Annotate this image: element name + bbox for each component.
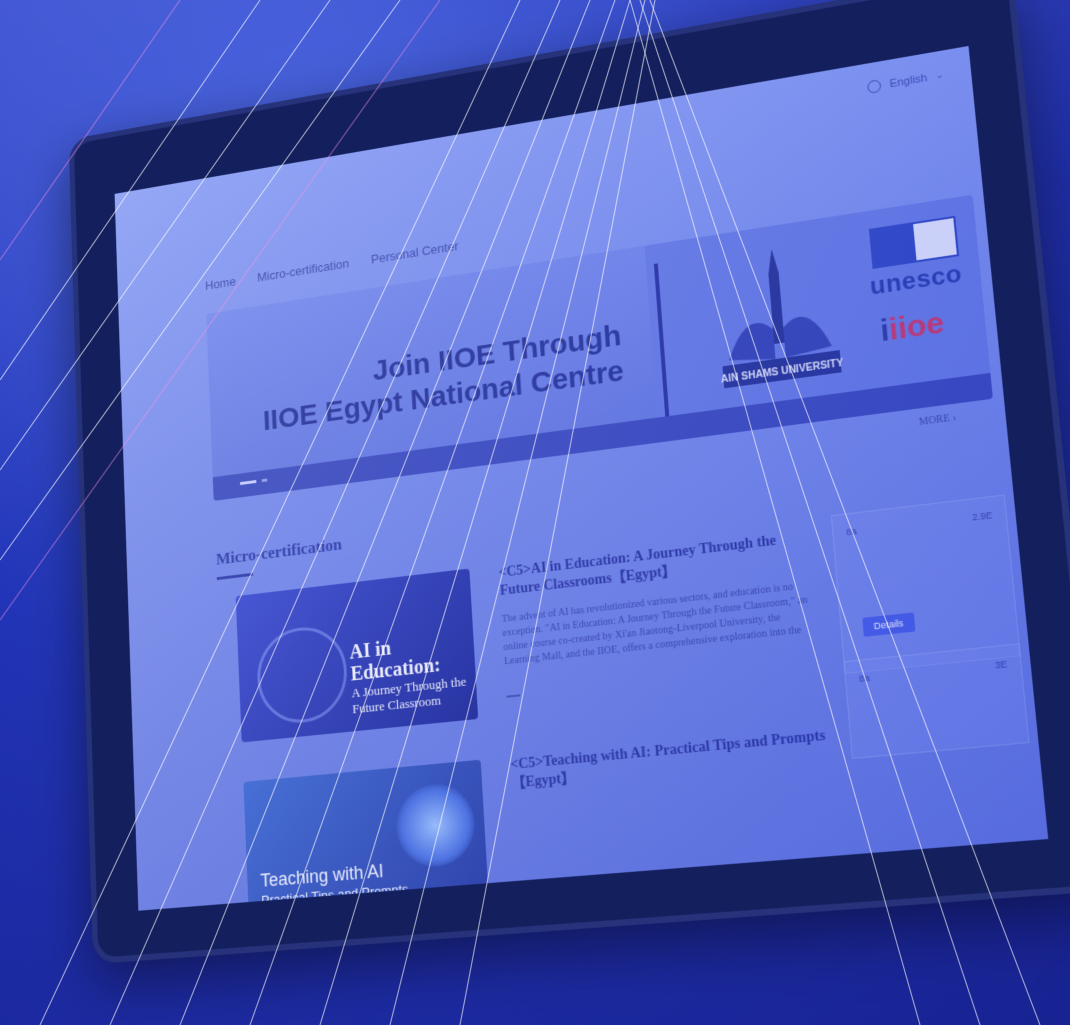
iioe-logo: iiioe [878, 305, 946, 349]
robot-arm-icon [255, 622, 349, 727]
language-selector[interactable]: English ⌄ [867, 68, 944, 94]
thumbnail-text: AI in Education: A Journey Through the F… [349, 637, 467, 717]
more-link[interactable]: MORE › [918, 412, 956, 428]
hero-banner[interactable]: Join IIOE Through IIOE Egypt National Ce… [206, 194, 993, 501]
ain-shams-seal-logo: AIN SHAMS UNIVERSITY [721, 248, 844, 389]
stat-left: 8a [858, 672, 871, 685]
globe-icon [867, 79, 882, 94]
language-label: English [889, 71, 928, 90]
unesco-temple-icon [868, 222, 917, 269]
website-screen: English ⌄ Home Micro-certification Perso… [114, 45, 1049, 911]
stat-right: 3E [994, 658, 1008, 671]
monitor-scene: English ⌄ Home Micro-certification Perso… [0, 0, 1070, 1025]
course-thumbnail[interactable]: AI in Education: A Journey Through the F… [235, 568, 479, 743]
nav-home[interactable]: Home [205, 274, 236, 293]
monitor-frame: English ⌄ Home Micro-certification Perso… [68, 0, 1070, 965]
course-sidebar: 8a 3E [843, 643, 1030, 760]
learners-icon [505, 684, 521, 698]
nav-personal-center[interactable]: Personal Center [371, 238, 459, 266]
thumbnail-text: Teaching with AI Practical Tips and Prom… [260, 860, 409, 909]
brain-icon [394, 780, 477, 870]
section-title: Micro-certification [215, 534, 343, 569]
stat-right: 2.9E [971, 509, 993, 523]
course-thumbnail[interactable]: Teaching with AI Practical Tips and Prom… [243, 759, 490, 911]
unesco-secondary-icon [910, 215, 960, 263]
section-underline [216, 572, 254, 581]
details-button[interactable]: Details [862, 612, 915, 637]
unesco-emblem [868, 215, 960, 269]
nav-micro-certification[interactable]: Micro-certification [257, 256, 350, 285]
chevron-down-icon: ⌄ [935, 69, 944, 81]
stat-left: 8a [845, 525, 858, 538]
